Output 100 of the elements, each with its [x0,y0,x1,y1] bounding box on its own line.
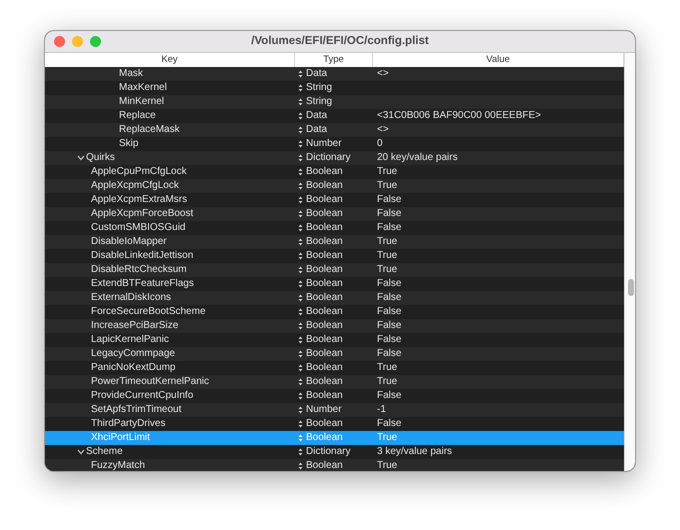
updown-icon[interactable] [298,98,303,106]
type-text: Data [306,109,328,123]
value-text: False [377,390,402,401]
key-text: SetApfsTrimTimeout [91,403,182,417]
value-text: False [377,208,402,219]
updown-icon[interactable] [298,252,303,260]
key-text: Skip [119,137,138,151]
type-text: Boolean [306,235,343,249]
key-text: ProvideCurrentCpuInfo [91,389,194,403]
table-row[interactable]: Quirks Dictionary 20 key/value pairs [45,151,624,165]
table-row[interactable]: DisableRtcChecksum Boolean True [45,263,624,277]
updown-icon[interactable] [298,448,303,456]
updown-icon[interactable] [298,266,303,274]
key-text: Scheme [86,445,123,459]
key-text: ExtendBTFeatureFlags [91,277,194,291]
type-text: Boolean [306,179,343,193]
key-text: XhciPortLimit [91,431,150,445]
type-text: Dictionary [306,151,350,165]
type-text: Boolean [306,319,343,333]
type-text: Data [306,123,328,137]
type-text: Boolean [306,375,343,389]
value-text: False [377,194,402,205]
table-row[interactable]: LegacyCommpage Boolean False [45,347,624,361]
value-text: 20 key/value pairs [377,152,458,163]
type-text: Boolean [306,347,343,361]
value-text: True [377,376,398,387]
type-text: Number [306,137,342,151]
updown-icon[interactable] [298,210,303,218]
type-text: String [306,95,332,109]
updown-icon[interactable] [298,154,303,162]
key-text: ExternalDiskIcons [91,291,172,305]
updown-icon[interactable] [298,70,303,78]
value-text: True [377,264,398,275]
updown-icon[interactable] [298,378,303,386]
updown-icon[interactable] [298,112,303,120]
updown-icon[interactable] [298,322,303,330]
updown-icon[interactable] [298,182,303,190]
key-text: Mask [119,67,143,81]
table-row[interactable]: PowerTimeoutKernelPanic Boolean True [45,375,624,389]
table-row[interactable]: IncreasePciBarSize Boolean False [45,319,624,333]
updown-icon[interactable] [298,308,303,316]
key-text: AppleCpuPmCfgLock [91,165,187,179]
key-text: MaxKernel [119,81,167,95]
key-text: Quirks [86,151,115,165]
type-text: Boolean [306,389,343,403]
key-text: ThirdPartyDrives [91,417,166,431]
updown-icon[interactable] [298,420,303,428]
value-text: <> [377,68,389,79]
table-row[interactable]: SetApfsTrimTimeout Number -1 [45,403,624,417]
key-text: ReplaceMask [119,123,180,137]
type-text: Data [306,67,328,81]
value-text: True [377,236,398,247]
type-text: Boolean [306,291,343,305]
updown-icon[interactable] [298,280,303,288]
updown-icon[interactable] [298,196,303,204]
value-text: False [377,348,402,359]
table-row[interactable]: DisableIoMapper Boolean True [45,235,624,249]
updown-icon[interactable] [298,168,303,176]
chevron-icon[interactable] [77,155,85,161]
value-text: 0 [377,138,383,149]
type-text: Boolean [306,361,343,375]
updown-icon[interactable] [298,84,303,92]
value-text: False [377,278,402,289]
value-text: True [377,432,398,443]
updown-icon[interactable] [298,364,303,372]
type-text: Boolean [306,431,343,445]
table-row[interactable]: AppleXcpmForceBoost Boolean False [45,207,624,221]
updown-icon[interactable] [298,336,303,344]
updown-icon[interactable] [298,350,303,358]
updown-icon[interactable] [298,294,303,302]
type-text: Boolean [306,277,343,291]
updown-icon[interactable] [298,406,303,414]
table-row[interactable]: Mask Data <> [45,67,624,81]
chevron-icon[interactable] [77,449,85,455]
updown-icon[interactable] [298,238,303,246]
updown-icon[interactable] [298,392,303,400]
table-row[interactable]: ReplaceMask Data <> [45,123,624,137]
table-row[interactable]: ExternalDiskIcons Boolean False [45,291,624,305]
key-text: FuzzyMatch [91,459,145,471]
value-text: <> [377,124,389,135]
updown-icon[interactable] [298,126,303,134]
key-text: DisableIoMapper [91,235,167,249]
table-row[interactable]: AppleXcpmCfgLock Boolean True [45,179,624,193]
window-title: /Volumes/EFI/EFI/OC/config.plist [251,34,429,49]
scrollbar-thumb[interactable] [628,279,634,296]
table-row[interactable]: FuzzyMatch Boolean True [45,459,624,471]
type-text: Boolean [306,207,343,221]
value-text: True [377,460,398,471]
table-row[interactable]: MinKernel String [45,95,624,109]
value-text: <31C0B006 BAF90C00 00EEEBFE> [377,110,541,121]
type-text: Boolean [306,263,343,277]
key-text: PowerTimeoutKernelPanic [91,375,210,389]
updown-icon[interactable] [298,224,303,232]
value-text: True [377,180,398,191]
type-text: Boolean [306,193,343,207]
key-text: IncreasePciBarSize [91,319,178,333]
updown-icon[interactable] [298,462,303,470]
value-text: False [377,320,402,331]
value-text: False [377,292,402,303]
updown-icon[interactable] [298,140,303,148]
